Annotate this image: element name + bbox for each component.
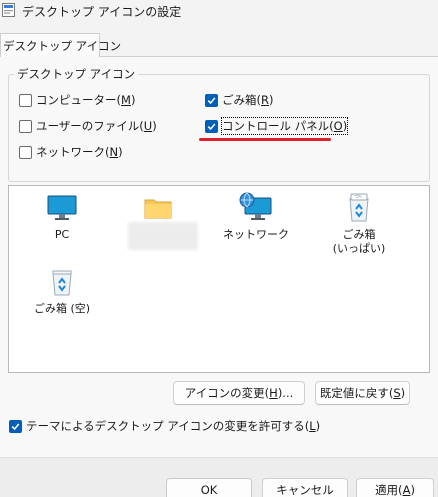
icon-label: ごみ箱 (空): [33, 302, 91, 315]
group-legend: デスクトップ アイコン: [14, 66, 139, 82]
network-icon: [239, 192, 272, 220]
check-mark-icon: [11, 422, 20, 430]
checkbox-box[interactable]: [205, 119, 218, 133]
folder-icon: [144, 199, 172, 219]
checkbox-label: コントロール パネル(O): [220, 117, 349, 135]
tab-strip: デスクトップ アイコン: [0, 33, 438, 57]
control-panel-checkbox[interactable]: コントロール パネル(O): [205, 117, 349, 135]
icon-item-recycle-full[interactable]: ごみ箱 (いっぱい): [314, 192, 404, 256]
check-mark-icon: [207, 96, 216, 104]
icon-label: ネットワーク: [223, 228, 289, 241]
tab-desktop-icons[interactable]: デスクトップ アイコン: [0, 33, 121, 57]
icon-item-pc[interactable]: PC: [17, 192, 107, 242]
blurred-label: [128, 222, 198, 250]
checkbox-box[interactable]: [205, 93, 218, 107]
recycle-bin-full-icon: [349, 193, 369, 222]
user-files-checkbox[interactable]: ユーザーのファイル(U): [19, 118, 157, 134]
icon-item-recycle-empty[interactable]: ごみ箱 (空): [17, 268, 107, 316]
network-checkbox[interactable]: ネットワーク(N): [19, 144, 123, 160]
monitor-icon: [47, 195, 77, 220]
cancel-button[interactable]: キャンセル: [262, 478, 348, 497]
icon-label: PC: [54, 228, 70, 241]
checkbox-label: ごみ箱(R): [222, 93, 274, 107]
computer-checkbox[interactable]: コンピューター(M): [19, 92, 135, 108]
checkbox-label: ユーザーのファイル(U): [36, 119, 157, 133]
settings-window-icon: [2, 3, 15, 17]
apply-button[interactable]: 適用(A): [356, 478, 434, 497]
icon-list[interactable]: PC ネットワーク ごみ箱 (いっぱい) ごみ箱 (空): [8, 185, 430, 373]
theme-change-checkbox[interactable]: テーマによるデスクトップ アイコンの変更を許可する(L): [9, 418, 320, 434]
icon-label-sub: (いっぱい): [332, 242, 386, 255]
checkbox-box[interactable]: [19, 119, 32, 133]
recycle-bin-empty-icon: [52, 270, 72, 296]
checkbox-box[interactable]: [19, 145, 32, 159]
window-title: デスクトップ アイコンの設定: [22, 5, 182, 19]
checkbox-box[interactable]: [9, 419, 22, 433]
checkbox-box[interactable]: [19, 93, 32, 107]
checkbox-label: テーマによるデスクトップ アイコンの変更を許可する(L): [26, 419, 321, 433]
change-icon-button[interactable]: アイコンの変更(H)...: [173, 381, 305, 405]
ok-button[interactable]: OK: [166, 478, 252, 497]
checkbox-label: コンピューター(M): [36, 93, 136, 107]
icon-item-network[interactable]: ネットワーク: [211, 192, 301, 242]
checkbox-label: ネットワーク(N): [36, 145, 123, 159]
check-mark-icon: [207, 122, 216, 130]
red-underline-annotation: [199, 138, 331, 141]
recycle-bin-checkbox[interactable]: ごみ箱(R): [205, 92, 274, 108]
title-bar: デスクトップ アイコンの設定: [0, 0, 438, 22]
icon-label: ごみ箱: [342, 228, 376, 241]
restore-default-button[interactable]: 既定値に戻す(S): [315, 381, 410, 405]
